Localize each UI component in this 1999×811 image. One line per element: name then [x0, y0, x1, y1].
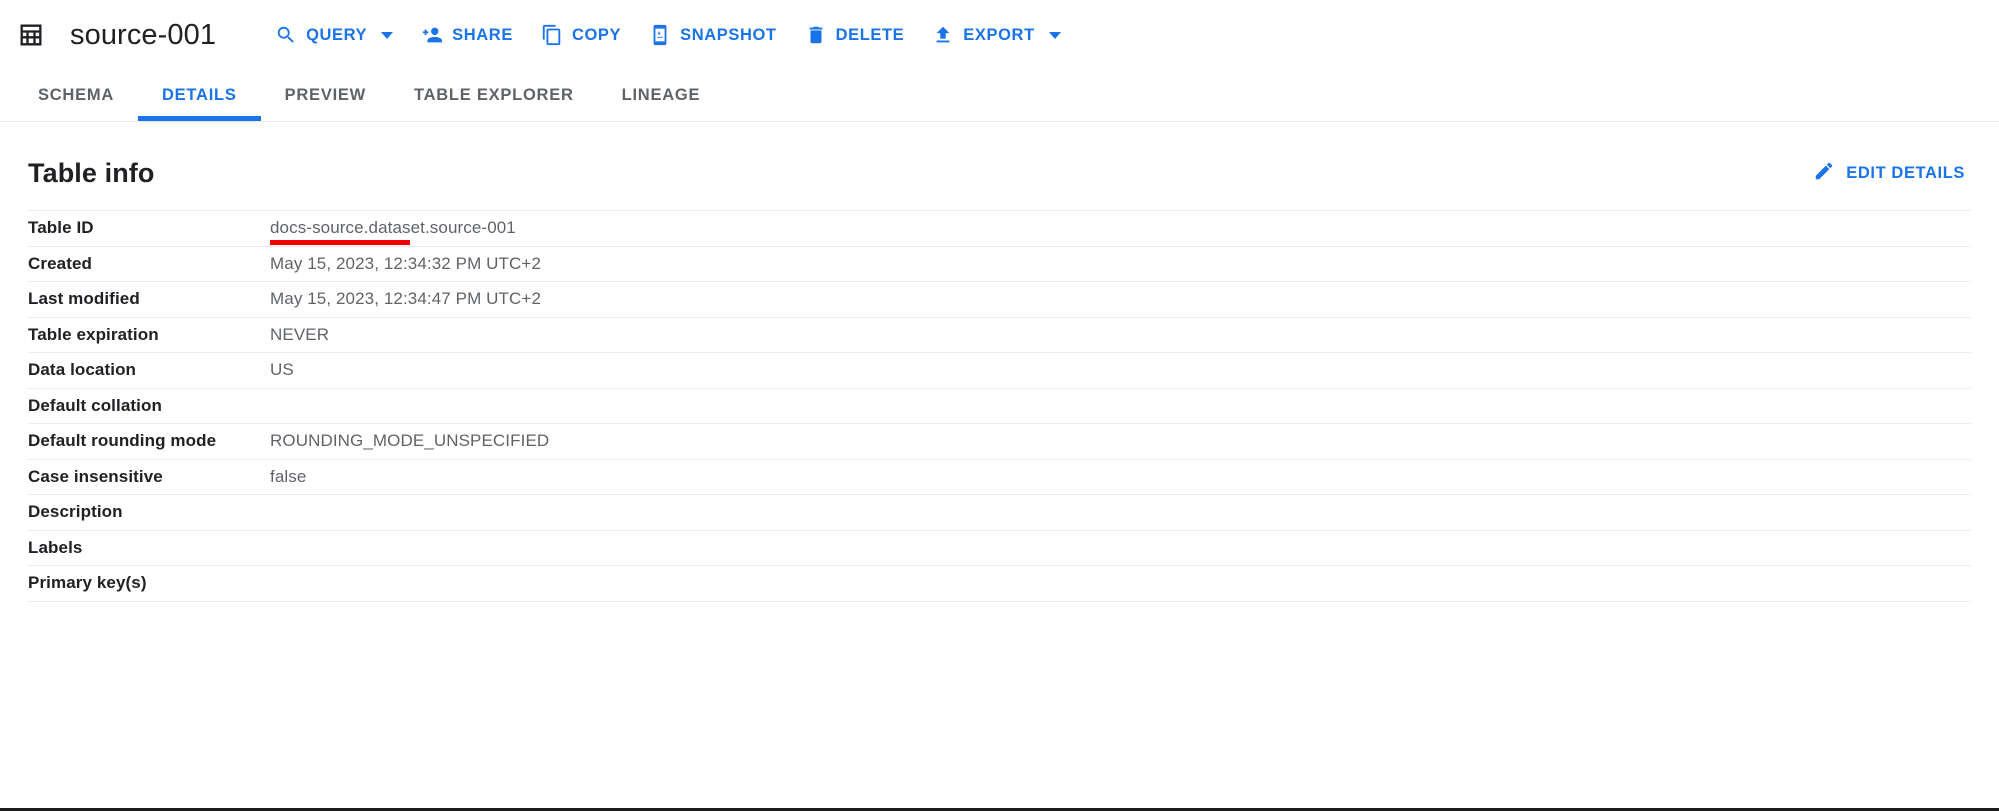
row-value: May 15, 2023, 12:34:47 PM UTC+2 [270, 282, 1971, 318]
table-row: Last modified May 15, 2023, 12:34:47 PM … [28, 282, 1971, 318]
row-value: May 15, 2023, 12:34:32 PM UTC+2 [270, 246, 1971, 282]
table-row: Data location US [28, 353, 1971, 389]
row-label: Primary key(s) [28, 566, 270, 602]
delete-button[interactable]: DELETE [791, 16, 919, 54]
tab-preview-label: PREVIEW [285, 86, 366, 105]
row-label: Data location [28, 353, 270, 389]
copy-icon [541, 24, 563, 46]
table-row: Table expiration NEVER [28, 317, 1971, 353]
delete-button-label: DELETE [836, 26, 905, 45]
row-label: Created [28, 246, 270, 282]
row-label: Default collation [28, 388, 270, 424]
chevron-down-icon[interactable] [381, 32, 393, 39]
table-icon [16, 20, 46, 50]
row-value: docs-source.dataset.source-001 [270, 211, 1971, 247]
row-label: Last modified [28, 282, 270, 318]
chevron-down-icon[interactable] [1049, 32, 1061, 39]
row-value [270, 388, 1971, 424]
table-row: Created May 15, 2023, 12:34:32 PM UTC+2 [28, 246, 1971, 282]
header-toolbar: QUERY SHARE COPY [261, 16, 1075, 54]
page-title: source-001 [70, 19, 216, 52]
row-value [270, 530, 1971, 566]
row-label: Description [28, 495, 270, 531]
table-bottom-rule [28, 601, 1971, 602]
row-label: Default rounding mode [28, 424, 270, 460]
table-row: Labels [28, 530, 1971, 566]
pencil-icon [1813, 160, 1835, 187]
snapshot-button[interactable]: SNAPSHOT [635, 16, 790, 54]
table-info-header: Table info EDIT DETAILS [28, 122, 1971, 210]
row-value: ROUNDING_MODE_UNSPECIFIED [270, 424, 1971, 460]
share-button-label: SHARE [452, 26, 513, 45]
tab-preview[interactable]: PREVIEW [261, 69, 390, 121]
table-row: Default collation [28, 388, 1971, 424]
row-value: US [270, 353, 1971, 389]
row-label: Table expiration [28, 317, 270, 353]
row-label: Table ID [28, 211, 270, 247]
table-row: Description [28, 495, 1971, 531]
query-button[interactable]: QUERY [261, 16, 407, 54]
copy-button-label: COPY [572, 26, 621, 45]
edit-details-label: EDIT DETAILS [1846, 164, 1965, 183]
table-row: Default rounding mode ROUNDING_MODE_UNSP… [28, 424, 1971, 460]
tab-schema[interactable]: SCHEMA [14, 69, 138, 121]
tab-lineage-label: LINEAGE [622, 86, 701, 105]
tab-table-explorer-label: TABLE EXPLORER [414, 86, 574, 105]
page-header: source-001 QUERY SHARE [0, 0, 1999, 70]
person-add-icon [421, 24, 443, 46]
query-button-label: QUERY [306, 26, 367, 45]
row-value [270, 495, 1971, 531]
row-value: false [270, 459, 1971, 495]
row-label: Labels [28, 530, 270, 566]
table-row: Case insensitive false [28, 459, 1971, 495]
row-value-text: docs-source.dataset.source-001 [270, 218, 516, 238]
snapshot-icon [649, 24, 671, 46]
export-icon [932, 24, 954, 46]
snapshot-button-label: SNAPSHOT [680, 26, 776, 45]
export-button-label: EXPORT [963, 26, 1034, 45]
search-icon [275, 24, 297, 46]
table-info-list: Table ID docs-source.dataset.source-001 … [28, 210, 1971, 602]
export-button[interactable]: EXPORT [918, 16, 1074, 54]
tab-details-label: DETAILS [162, 86, 237, 105]
tab-lineage[interactable]: LINEAGE [598, 69, 725, 121]
tab-table-explorer[interactable]: TABLE EXPLORER [390, 69, 598, 121]
row-value: NEVER [270, 317, 1971, 353]
section-title: Table info [28, 158, 155, 189]
tab-bar: SCHEMA DETAILS PREVIEW TABLE EXPLORER LI… [0, 70, 1999, 122]
row-value [270, 566, 1971, 602]
table-row: Table ID docs-source.dataset.source-001 [28, 211, 1971, 247]
table-row: Primary key(s) [28, 566, 1971, 602]
copy-button[interactable]: COPY [527, 16, 635, 54]
tab-schema-label: SCHEMA [38, 86, 114, 105]
edit-details-button[interactable]: EDIT DETAILS [1807, 152, 1971, 195]
details-panel: Table info EDIT DETAILS Table ID docs-so… [0, 122, 1999, 602]
tab-details[interactable]: DETAILS [138, 69, 261, 121]
trash-icon [805, 24, 827, 46]
row-label: Case insensitive [28, 459, 270, 495]
share-button[interactable]: SHARE [407, 16, 527, 54]
